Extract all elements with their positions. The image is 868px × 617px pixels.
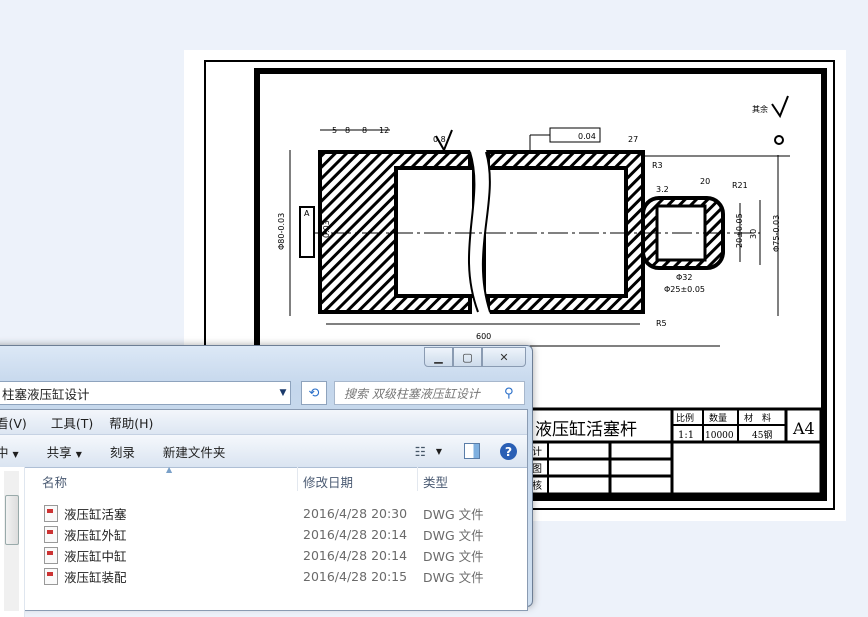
navigation-pane [0, 467, 25, 617]
file-name: 液压缸装配 [64, 570, 127, 585]
file-type: DWG 文件 [423, 507, 484, 522]
roughness-08: 0.8 [433, 135, 446, 144]
dim-8: 8 [362, 126, 367, 135]
column-divider[interactable] [297, 467, 298, 491]
datum-a: A [304, 209, 310, 218]
file-name: 液压缸中缸 [64, 549, 127, 564]
row-check: 核 [532, 479, 542, 492]
dim-r21: R21 [732, 181, 748, 190]
file-row[interactable]: 液压缸外缸 2016/4/28 20:14 DWG 文件 [44, 524, 514, 545]
share-button[interactable]: 共享 ▼ [47, 442, 82, 461]
explorer-body: 看(V) 工具(T) 帮助(H) 中 ▼ 共享 ▼ 刻录 新建文件夹 ☷ ▼ ? 名… [0, 409, 528, 617]
minimize-button[interactable]: ▁ [424, 347, 453, 367]
dim-r5: R5 [656, 319, 667, 328]
menu-view[interactable]: 看(V) [0, 413, 27, 432]
dwg-file-icon [44, 568, 58, 585]
burn-button[interactable]: 刻录 [110, 442, 135, 461]
column-date[interactable]: 修改日期 [303, 472, 353, 491]
dim-20: 20 [700, 177, 710, 186]
material-value: 45钢 [752, 429, 772, 441]
file-date: 2016/4/28 20:14 [303, 527, 408, 542]
dim-phi75: Φ75-0.03 [772, 215, 781, 252]
search-icon[interactable]: ⚲ [504, 386, 524, 401]
scale-header: 比例 [676, 412, 694, 424]
menu-tools[interactable]: 工具(T) [51, 413, 93, 432]
row-drawn: 图 [532, 463, 542, 475]
refresh-icon[interactable]: ⟲ [301, 381, 327, 405]
flatness-tolerance: 0.03 [322, 220, 331, 238]
file-type: DWG 文件 [423, 549, 484, 564]
nav-scrollbar[interactable] [4, 471, 19, 611]
file-row[interactable]: 液压缸中缸 2016/4/28 20:14 DWG 文件 [44, 545, 514, 566]
dim-8: 8 [345, 126, 350, 135]
close-button[interactable]: ✕ [482, 347, 526, 367]
menu-bar: 看(V) 工具(T) 帮助(H) [0, 410, 527, 435]
file-name: 液压缸外缸 [64, 528, 127, 543]
part-title: 液压缸活塞杆 [535, 419, 637, 440]
chevron-down-icon: ▼ [12, 449, 19, 459]
row-design: 计 [532, 445, 542, 458]
scrollbar-thumb[interactable] [5, 495, 19, 545]
dim-30: 30 [749, 229, 758, 239]
qty-value: 10000 [705, 431, 734, 441]
qty-header: 数量 [709, 412, 727, 424]
include-label: 中 [0, 444, 9, 460]
scale-value: 1:1 [678, 430, 694, 441]
dim-12: 12 [379, 126, 389, 135]
dim-r3: R3 [652, 161, 663, 170]
dim-phi80: Φ80-0.03 [277, 213, 286, 250]
new-folder-button[interactable]: 新建文件夹 [163, 442, 226, 461]
view-options-icon[interactable]: ☷ [415, 444, 426, 459]
chevron-down-icon: ▼ [75, 449, 82, 459]
dwg-file-icon [44, 547, 58, 564]
toolbar: 中 ▼ 共享 ▼ 刻录 新建文件夹 ☷ ▼ ? [0, 435, 527, 468]
file-date: 2016/4/28 20:14 [303, 548, 408, 563]
column-name[interactable]: 名称 [42, 472, 67, 491]
address-path: 柱塞液压缸设计 [2, 386, 90, 402]
dim-27: 27 [628, 135, 638, 144]
material-header: 材 料 [744, 412, 771, 424]
runout-tolerance: 0.04 [578, 132, 596, 141]
dim-600: 600 [476, 332, 491, 341]
file-row[interactable]: 液压缸活塞 2016/4/28 20:30 DWG 文件 [44, 503, 514, 524]
file-row[interactable]: 液压缸装配 2016/4/28 20:15 DWG 文件 [44, 566, 514, 587]
file-name: 液压缸活塞 [64, 507, 127, 522]
column-divider[interactable] [417, 467, 418, 491]
address-bar[interactable]: 柱塞液压缸设计 ▼ [0, 381, 291, 405]
search-placeholder: 搜索 双级柱塞液压缸设计 [344, 386, 480, 401]
share-label: 共享 [46, 444, 72, 460]
roughness-note: 其余 [752, 104, 768, 114]
dim-5: 5 [332, 126, 337, 135]
dim-20b: 20±0.05 [735, 213, 744, 248]
menu-help[interactable]: 帮助(H) [109, 413, 153, 432]
roughness-32: 3.2 [656, 185, 669, 194]
file-date: 2016/4/28 20:30 [303, 506, 408, 521]
sort-arrow-icon: ▲ [166, 465, 173, 474]
include-button[interactable]: 中 ▼ [0, 442, 19, 461]
dim-phi25: Φ25±0.05 [664, 285, 705, 294]
column-type[interactable]: 类型 [423, 472, 448, 491]
dwg-file-icon [44, 505, 58, 522]
chevron-down-icon[interactable]: ▼ [276, 388, 290, 398]
dwg-file-icon [44, 526, 58, 543]
file-date: 2016/4/28 20:15 [303, 569, 408, 584]
file-type: DWG 文件 [423, 528, 484, 543]
dim-phi32: Φ32 [676, 273, 692, 282]
search-input[interactable]: 搜索 双级柱塞液压缸设计 ⚲ [334, 381, 525, 405]
column-headers: 名称 ▲ 修改日期 类型 [36, 465, 516, 491]
maximize-button[interactable]: ▢ [453, 347, 482, 367]
help-icon[interactable]: ? [500, 442, 517, 460]
preview-pane-icon[interactable] [464, 443, 480, 459]
sheet-size: A4 [792, 419, 815, 438]
explorer-window: ▁ ▢ ✕ 柱塞液压缸设计 ▼ ⟲ 搜索 双级柱塞液压缸设计 ⚲ 看(V) 工具… [0, 345, 533, 617]
file-type: DWG 文件 [423, 570, 484, 585]
chevron-down-icon[interactable]: ▼ [436, 447, 442, 456]
